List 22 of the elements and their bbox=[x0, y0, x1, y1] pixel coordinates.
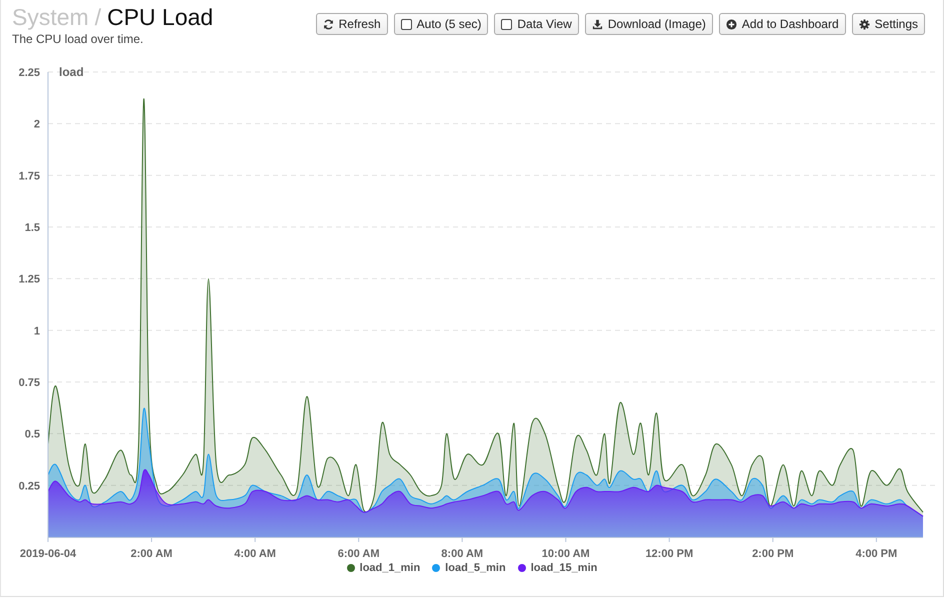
y-tick-label: 1 bbox=[34, 325, 40, 338]
x-tick-label: 4:00 AM bbox=[234, 548, 276, 560]
x-tick-label: 6:00 AM bbox=[338, 548, 380, 560]
x-tick-label: 4:00 PM bbox=[856, 548, 898, 560]
x-tick-label: 12:00 PM bbox=[645, 548, 694, 560]
x-tick-label: 2:00 PM bbox=[752, 548, 794, 560]
page-title: CPU Load bbox=[107, 4, 214, 31]
page-subtitle: The CPU load over time. bbox=[12, 32, 144, 46]
x-tick-label: 8:00 AM bbox=[441, 548, 484, 560]
x-tick-label: 2019-06-04 bbox=[20, 548, 76, 560]
y-tick-label: 0.75 bbox=[18, 377, 40, 389]
y-tick-label: 1.75 bbox=[18, 170, 40, 182]
y-axis-label: load bbox=[59, 65, 84, 79]
y-tick-label: 1.25 bbox=[18, 274, 40, 286]
y-tick-label: 0.5 bbox=[24, 428, 40, 441]
y-tick-label: 1.5 bbox=[24, 222, 40, 234]
y-tick-label: 0.25 bbox=[18, 480, 40, 492]
breadcrumb-separator: / bbox=[94, 4, 102, 31]
x-tick-label: 10:00 AM bbox=[542, 548, 590, 560]
x-tick-label: 2:00 AM bbox=[130, 548, 172, 560]
y-tick-label: 2 bbox=[34, 118, 40, 131]
y-tick-label: 2.25 bbox=[18, 67, 40, 79]
